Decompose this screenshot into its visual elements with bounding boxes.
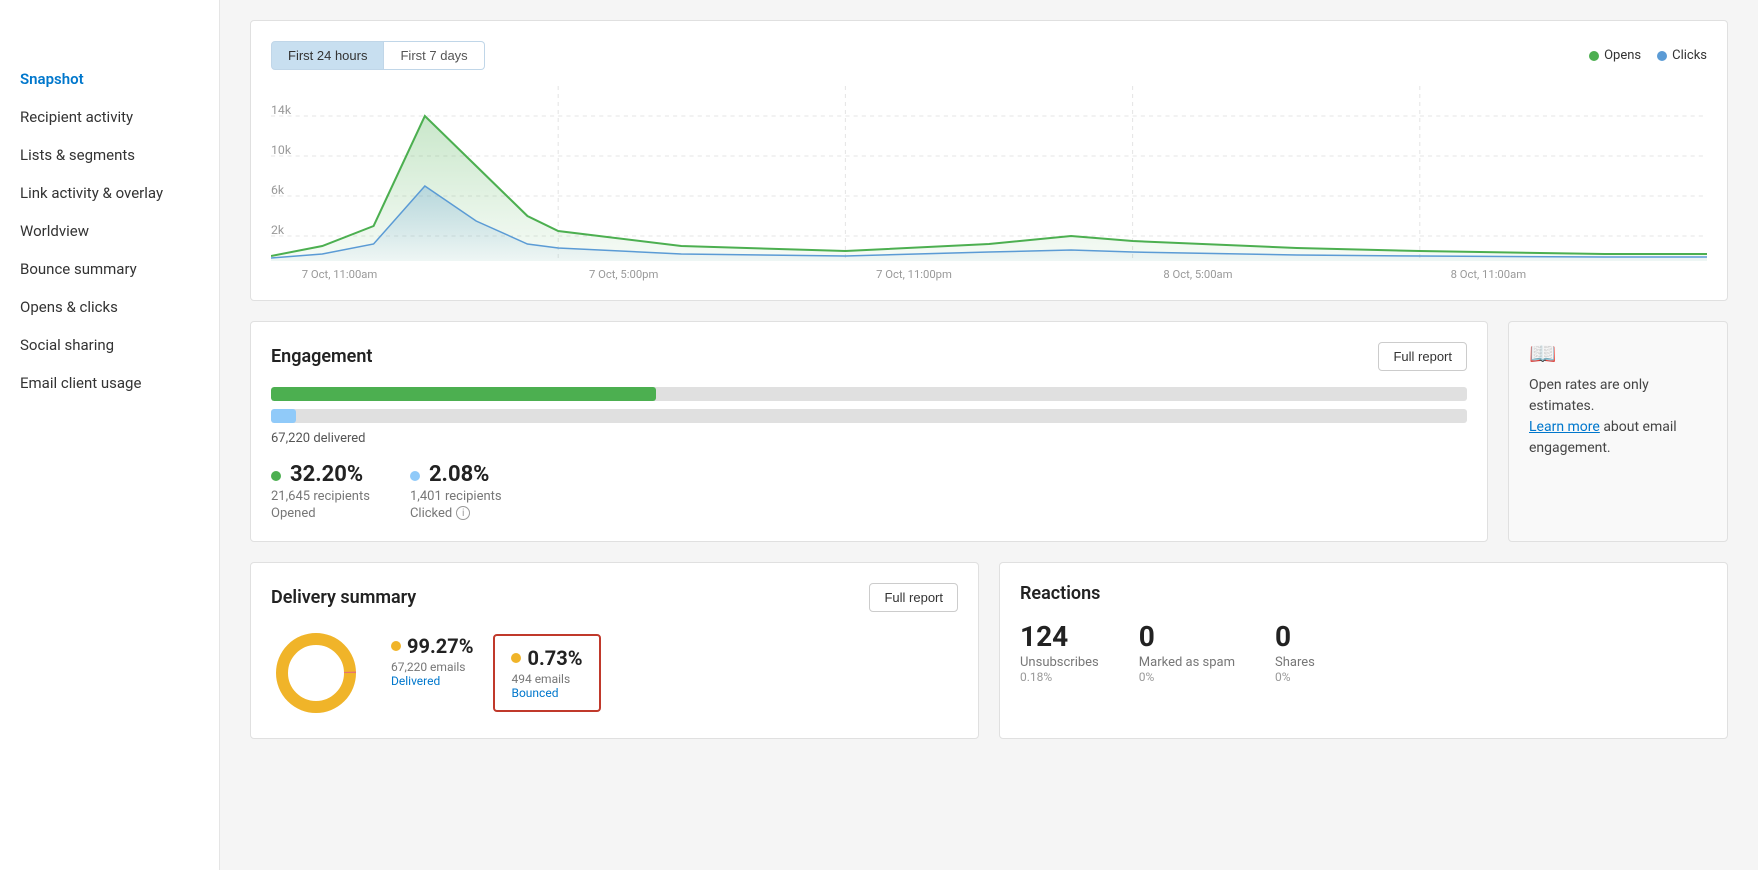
sidebar-item-opens-clicks[interactable]: Opens & clicks xyxy=(0,288,219,326)
engagement-full-report-btn[interactable]: Full report xyxy=(1378,342,1467,371)
clicks-stat: 2.08% 1,401 recipients Clicked i xyxy=(410,462,502,521)
opens-bar-bg xyxy=(271,387,1467,401)
sidebar-item-snapshot[interactable]: Snapshot xyxy=(0,60,219,98)
shares-value: 0 xyxy=(1275,620,1315,653)
chart-area: 14k 10k 6k 2k 7 Oct, 11:00am 7 Oct, 5:00… xyxy=(271,86,1707,290)
bounced-dot xyxy=(511,653,521,663)
shares-pct: 0% xyxy=(1275,670,1315,684)
main-content: First 24 hours First 7 days Opens Clicks xyxy=(220,0,1758,870)
svg-text:7 Oct, 11:00am: 7 Oct, 11:00am xyxy=(302,268,378,281)
delivery-reactions-row: Delivery summary Full report 99 xyxy=(250,562,1728,739)
click-rate-value: 2.08% xyxy=(429,462,490,487)
delivery-title: Delivery summary xyxy=(271,587,416,608)
svg-text:7 Oct, 11:00pm: 7 Oct, 11:00pm xyxy=(876,268,952,281)
engagement-header: Engagement Full report xyxy=(271,342,1467,371)
reactions-stats: 124 Unsubscribes 0.18% 0 Marked as spam … xyxy=(1020,620,1707,684)
donut-chart xyxy=(271,628,361,718)
unsubscribes-pct: 0.18% xyxy=(1020,670,1099,684)
open-label: Opened xyxy=(271,506,370,521)
unsubscribes-label: Unsubscribes xyxy=(1020,655,1099,670)
spam-stat: 0 Marked as spam 0% xyxy=(1139,620,1235,684)
tab-first-7-days[interactable]: First 7 days xyxy=(384,41,484,70)
clicks-bar-fill xyxy=(271,409,296,423)
opens-stat: 32.20% 21,645 recipients Opened xyxy=(271,462,370,521)
open-rate-value: 32.20% xyxy=(290,462,363,487)
opens-dot xyxy=(1589,51,1599,61)
legend-clicks: Clicks xyxy=(1657,48,1707,63)
engagement-row: Engagement Full report 67,220 delivered xyxy=(250,321,1728,542)
delivered-label-text: Delivered xyxy=(391,674,473,688)
chart-tabs-row: First 24 hours First 7 days Opens Clicks xyxy=(271,41,1707,70)
sidebar-item-recipient-activity[interactable]: Recipient activity xyxy=(0,98,219,136)
unsubscribes-value: 124 xyxy=(1020,620,1099,653)
click-label: Clicked xyxy=(410,506,452,521)
clicks-bar-bg xyxy=(271,409,1467,423)
reactions-title: Reactions xyxy=(1020,583,1100,604)
bounced-emails: 494 emails xyxy=(511,672,582,686)
delivery-header: Delivery summary Full report xyxy=(271,583,958,612)
engagement-card: Engagement Full report 67,220 delivered xyxy=(250,321,1488,542)
tab-first-24-hours[interactable]: First 24 hours xyxy=(271,41,384,70)
svg-text:2k: 2k xyxy=(271,223,285,237)
notice-box: 📖 Open rates are only estimates. Learn m… xyxy=(1508,321,1728,542)
delivered-dot xyxy=(391,641,401,651)
click-info-icon[interactable]: i xyxy=(456,506,470,520)
svg-text:8 Oct, 5:00am: 8 Oct, 5:00am xyxy=(1163,268,1232,281)
engagement-stats: 32.20% 21,645 recipients Opened 2.08% 1,… xyxy=(271,462,1467,521)
bounced-pct: 0.73% xyxy=(527,646,582,670)
delivered-pct: 99.27% xyxy=(407,634,473,658)
delivered-emails: 67,220 emails xyxy=(391,660,473,674)
chart-legend: Opens Clicks xyxy=(1589,48,1707,63)
delivered-label: 67,220 delivered xyxy=(271,431,1467,446)
svg-text:10k: 10k xyxy=(271,143,292,157)
notice-text: Open rates are only estimates. xyxy=(1529,377,1649,414)
delivery-stats: 99.27% 67,220 emails Delivered 0.73% 494… xyxy=(391,634,601,712)
reactions-card: Reactions 124 Unsubscribes 0.18% 0 Marke… xyxy=(999,562,1728,739)
shares-label: Shares xyxy=(1275,655,1315,670)
engagement-title: Engagement xyxy=(271,346,372,367)
clicks-bar-wrap xyxy=(271,409,1467,423)
opens-stat-dot xyxy=(271,471,281,481)
sidebar-item-worldview[interactable]: Worldview xyxy=(0,212,219,250)
sidebar-item-email-client[interactable]: Email client usage xyxy=(0,364,219,402)
shares-stat: 0 Shares 0% xyxy=(1275,620,1315,684)
click-recipients: 1,401 recipients xyxy=(410,489,502,504)
clicks-stat-dot xyxy=(410,471,420,481)
chart-tab-group: First 24 hours First 7 days xyxy=(271,41,485,70)
sidebar-item-link-activity[interactable]: Link activity & overlay xyxy=(0,174,219,212)
delivery-card: Delivery summary Full report 99 xyxy=(250,562,979,739)
svg-text:7 Oct, 5:00pm: 7 Oct, 5:00pm xyxy=(589,268,658,281)
delivery-inner: 99.27% 67,220 emails Delivered 0.73% 494… xyxy=(271,628,958,718)
bounced-label-text: Bounced xyxy=(511,686,582,700)
book-icon: 📖 xyxy=(1529,342,1556,367)
spam-label: Marked as spam xyxy=(1139,655,1235,670)
svg-text:6k: 6k xyxy=(271,183,285,197)
svg-text:14k: 14k xyxy=(271,103,292,117)
sidebar: Snapshot Recipient activity Lists & segm… xyxy=(0,0,220,870)
clicks-dot xyxy=(1657,51,1667,61)
unsubscribes-stat: 124 Unsubscribes 0.18% xyxy=(1020,620,1099,684)
spam-value: 0 xyxy=(1139,620,1235,653)
opens-bar-fill xyxy=(271,387,656,401)
opens-bar-wrap xyxy=(271,387,1467,401)
sidebar-item-bounce-summary[interactable]: Bounce summary xyxy=(0,250,219,288)
bounced-stat: 0.73% 494 emails Bounced xyxy=(493,634,600,712)
delivered-stat: 99.27% 67,220 emails Delivered xyxy=(391,634,473,688)
svg-text:8 Oct, 11:00am: 8 Oct, 11:00am xyxy=(1451,268,1527,281)
legend-opens: Opens xyxy=(1589,48,1641,63)
learn-more-link[interactable]: Learn more xyxy=(1529,419,1600,435)
delivery-full-report-btn[interactable]: Full report xyxy=(869,583,958,612)
sidebar-item-lists-segments[interactable]: Lists & segments xyxy=(0,136,219,174)
open-recipients: 21,645 recipients xyxy=(271,489,370,504)
chart-container: First 24 hours First 7 days Opens Clicks xyxy=(250,20,1728,301)
reactions-header: Reactions xyxy=(1020,583,1707,604)
sidebar-item-social-sharing[interactable]: Social sharing xyxy=(0,326,219,364)
spam-pct: 0% xyxy=(1139,670,1235,684)
